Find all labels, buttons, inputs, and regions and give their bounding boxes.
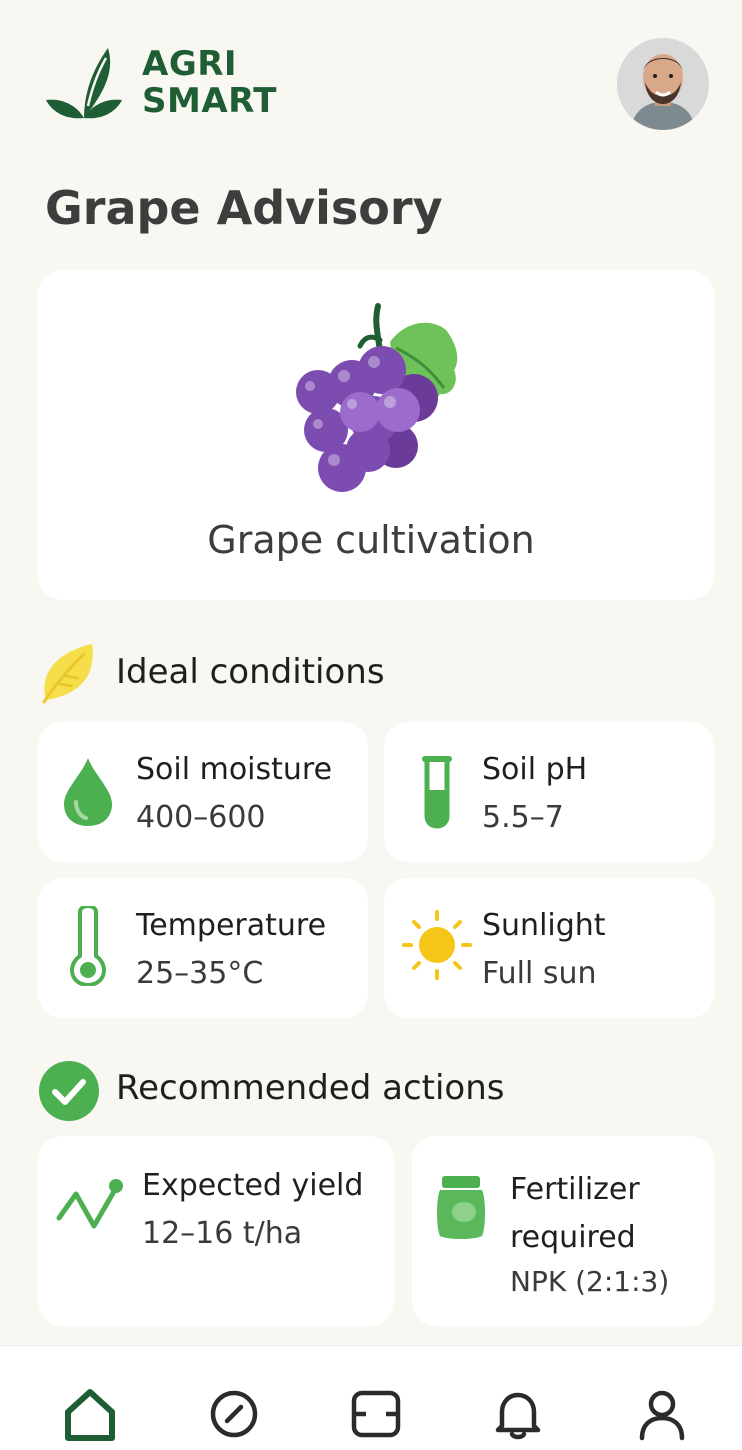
- metric-value: 400–600: [136, 800, 266, 835]
- metric-label: Soil pH: [482, 752, 588, 787]
- trend-line-icon: [56, 1179, 123, 1229]
- recommended-actions-heading: Recommended actions: [116, 1068, 505, 1108]
- bell-icon[interactable]: [490, 1386, 546, 1442]
- home-icon[interactable]: [62, 1386, 118, 1442]
- metric-label: Fertilizer required: [510, 1172, 640, 1255]
- metric-label: Sunlight: [482, 908, 606, 943]
- avatar[interactable]: [617, 38, 709, 130]
- brand-line-2: SMART: [142, 81, 277, 121]
- leaf-logo-icon: [46, 48, 122, 119]
- soil-moisture-card[interactable]: Soil moisture 400–600: [38, 722, 368, 862]
- brand-name: AGRI SMART: [142, 46, 277, 120]
- crop-name: Grape cultivation: [207, 518, 535, 562]
- sun-icon: [402, 910, 472, 980]
- ideal-conditions-heading: Ideal conditions: [116, 652, 385, 692]
- metric-value: NPK (2:1:3): [510, 1265, 670, 1298]
- metric-value: Full sun: [482, 956, 597, 991]
- leaf-icon: [42, 644, 93, 704]
- profile-icon[interactable]: [634, 1386, 690, 1442]
- metric-value: 5.5–7: [482, 800, 564, 835]
- brand-line-1: AGRI: [142, 44, 238, 84]
- user-photo-icon: [617, 38, 709, 130]
- page-title: Grape Advisory: [45, 181, 443, 235]
- metric-label: Temperature: [136, 908, 327, 943]
- soil-ph-card[interactable]: Soil pH 5.5–7: [384, 722, 714, 862]
- fertilizer-bag-icon: [437, 1176, 485, 1239]
- metric-value: 12–16 t/ha: [142, 1216, 303, 1251]
- scanner-icon[interactable]: [348, 1386, 404, 1442]
- compass-icon[interactable]: [206, 1386, 262, 1442]
- water-drop-icon: [64, 758, 112, 826]
- temperature-card[interactable]: Temperature 25–35°C: [38, 878, 368, 1018]
- metric-value: 25–35°C: [136, 956, 264, 991]
- test-tube-icon: [422, 756, 452, 829]
- bottom-nav: [0, 1345, 742, 1450]
- expected-yield-card[interactable]: Expected yield 12–16 t/ha: [38, 1136, 394, 1326]
- thermometer-icon: [70, 906, 106, 986]
- check-circle-icon: [39, 1061, 99, 1121]
- grape-icon: [296, 303, 458, 492]
- metric-label: Soil moisture: [136, 752, 333, 787]
- sunlight-card[interactable]: Sunlight Full sun: [384, 878, 714, 1018]
- app-header: AGRI SMART: [0, 0, 742, 160]
- metric-label: Expected yield: [142, 1168, 364, 1203]
- fertilizer-card[interactable]: Fertilizer required NPK (2:1:3): [412, 1136, 714, 1326]
